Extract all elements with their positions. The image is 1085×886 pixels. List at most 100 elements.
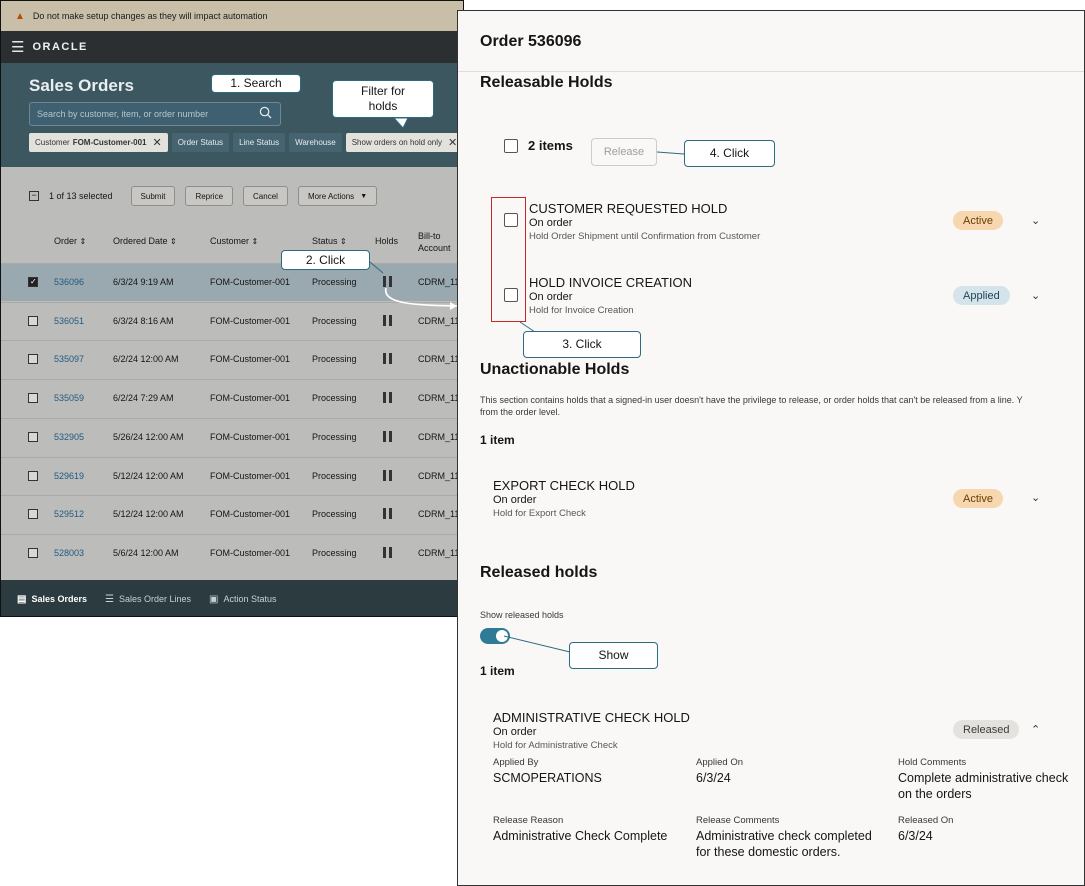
filter-chip-warehouse[interactable]: Warehouse xyxy=(289,133,342,152)
submit-button[interactable]: Submit xyxy=(130,186,176,206)
callout-click-2: 2. Click xyxy=(281,250,370,270)
order-number-link[interactable]: 528003 xyxy=(54,548,84,558)
order-status: Processing xyxy=(312,509,357,520)
ordered-date: 6/2/24 7:29 AM xyxy=(113,393,174,404)
hold-pause-icon[interactable] xyxy=(383,276,392,287)
column-header-holds[interactable]: Holds xyxy=(375,236,398,246)
hold-item-administrative-check[interactable]: ADMINISTRATIVE CHECK HOLD On order Hold … xyxy=(493,710,690,751)
top-bar: ☰ ORACLE xyxy=(1,31,463,63)
hamburger-menu-icon[interactable]: ☰ xyxy=(11,38,24,56)
hold-item-customer-requested[interactable]: CUSTOMER REQUESTED HOLD On order Hold Or… xyxy=(529,201,760,242)
order-status: Processing xyxy=(312,354,357,365)
row-checkbox[interactable] xyxy=(28,315,38,326)
hold-name: ADMINISTRATIVE CHECK HOLD xyxy=(493,710,690,725)
release-button[interactable]: Release xyxy=(591,138,657,166)
page-title: Sales Orders xyxy=(29,76,134,95)
order-status: Processing xyxy=(312,431,357,442)
order-number-link[interactable]: 535059 xyxy=(54,393,84,403)
order-status: Processing xyxy=(312,393,357,404)
chevron-down-icon[interactable]: ⌄ xyxy=(1031,289,1040,302)
column-header-customer[interactable]: Customer ⇕ xyxy=(210,236,258,246)
hold-pause-icon[interactable] xyxy=(383,392,392,404)
nav-sales-orders[interactable]: ▤ Sales Orders xyxy=(17,594,87,605)
cancel-button[interactable]: Cancel xyxy=(243,186,288,206)
close-icon[interactable]: ✕ xyxy=(448,136,457,149)
field-label: Hold Comments xyxy=(898,757,967,768)
row-checkbox[interactable] xyxy=(28,509,38,520)
hold-item-export-check[interactable]: EXPORT CHECK HOLD On order Hold for Expo… xyxy=(493,478,635,519)
more-actions-button[interactable]: More Actions ▼ xyxy=(297,186,378,206)
hold-pause-icon[interactable] xyxy=(383,469,392,481)
filter-chip-line-status[interactable]: Line Status xyxy=(233,133,286,152)
column-header-bill-to[interactable]: Bill-to Account xyxy=(418,230,451,254)
table-row[interactable]: 528003 5/6/24 12:00 AM FOM-Customer-001 Pro… xyxy=(1,533,463,572)
hold-pause-icon[interactable] xyxy=(383,353,392,365)
search-input[interactable]: Search by customer, item, or order numbe… xyxy=(29,102,281,126)
field-label: Release Comments xyxy=(696,815,780,826)
table-row[interactable]: 529619 5/12/24 12:00 AM FOM-Customer-001 Pr… xyxy=(1,456,463,495)
filter-chip-order-status[interactable]: Order Status xyxy=(171,133,230,152)
released-items-count: 1 item xyxy=(480,664,515,678)
customer-name: FOM-Customer-001 xyxy=(210,393,291,404)
row-checkbox[interactable] xyxy=(28,547,38,558)
row-checkbox[interactable] xyxy=(28,277,38,287)
customer-name: FOM-Customer-001 xyxy=(210,547,291,558)
column-header-status[interactable]: Status ⇕ xyxy=(312,236,347,246)
chip-value: FOM-Customer-001 xyxy=(72,138,147,147)
row-checkbox[interactable] xyxy=(28,470,38,481)
order-number-link[interactable]: 536051 xyxy=(54,316,84,326)
filter-chip-hold-only[interactable]: Show orders on hold only ✕ xyxy=(345,133,463,152)
callout-search: 1. Search xyxy=(211,74,301,93)
table-row[interactable]: 535059 6/2/24 7:29 AM FOM-Customer-001 Proc… xyxy=(1,379,463,417)
table-row[interactable]: 529512 5/12/24 12:00 AM FOM-Customer-001 Pr… xyxy=(1,495,463,533)
chevron-down-icon[interactable]: ⌄ xyxy=(1031,214,1040,227)
filter-chip-customer[interactable]: Customer FOM-Customer-001 ✕ xyxy=(29,133,168,152)
column-header-ordered-date[interactable]: Ordered Date ⇕ xyxy=(113,236,177,246)
order-status: Processing xyxy=(312,277,357,287)
header-label: Ordered Date xyxy=(113,236,168,246)
row-checkbox[interactable] xyxy=(28,354,38,365)
releasable-holds-heading: Releasable Holds xyxy=(480,74,613,91)
order-status: Processing xyxy=(312,547,357,558)
ordered-date: 5/6/24 12:00 AM xyxy=(113,547,179,558)
row-checkbox[interactable] xyxy=(28,393,38,404)
header-label: Bill-to xyxy=(418,231,441,241)
hold-pause-icon[interactable] xyxy=(383,430,392,442)
hold-item-invoice-creation[interactable]: HOLD INVOICE CREATION On order Hold for … xyxy=(529,275,692,316)
chevron-down-icon[interactable]: ⌄ xyxy=(1031,491,1040,504)
nav-action-status[interactable]: ▣ Action Status xyxy=(209,594,276,605)
bill-to-account: CDRM_11 xyxy=(418,393,460,404)
select-all-checkbox[interactable]: − xyxy=(29,191,39,201)
screenshot-stage: ▲ Do not make setup changes as they will… xyxy=(0,0,1085,886)
reprice-button[interactable]: Reprice xyxy=(185,186,234,206)
search-placeholder: Search by customer, item, or order numbe… xyxy=(37,109,209,119)
table-row[interactable]: 532905 5/26/24 12:00 AM FOM-Customer-001 Pr… xyxy=(1,417,463,456)
select-all-holds-checkbox[interactable] xyxy=(504,138,518,153)
hold-pause-icon[interactable] xyxy=(383,314,392,326)
order-number-link[interactable]: 536096 xyxy=(54,277,84,287)
table-row[interactable]: 536096 6/3/24 9:19 AM FOM-Customer-001 Proc… xyxy=(1,263,463,301)
field-release-comments: Release Comments Administrative check co… xyxy=(696,815,876,860)
header-label: Customer xyxy=(210,236,250,246)
order-number-link[interactable]: 529619 xyxy=(54,471,84,481)
field-value: Complete administrative check on the ord… xyxy=(898,771,1069,801)
order-number-link[interactable]: 535097 xyxy=(54,354,84,364)
table-toolbar: − 1 of 13 selected Submit Reprice Cancel… xyxy=(1,185,378,207)
show-released-toggle[interactable] xyxy=(480,628,510,644)
field-label: Released On xyxy=(898,815,954,826)
order-number-link[interactable]: 532905 xyxy=(54,432,84,442)
nav-sales-order-lines[interactable]: ☰ Sales Order Lines xyxy=(105,594,191,605)
table-row[interactable]: 535097 6/2/24 12:00 AM FOM-Customer-001 Pro… xyxy=(1,340,463,378)
status-badge: Released xyxy=(953,720,1020,739)
column-header-order[interactable]: Order ⇕ xyxy=(54,236,86,246)
search-icon[interactable] xyxy=(259,106,272,119)
row-checkbox[interactable] xyxy=(28,431,38,442)
close-icon[interactable]: ✕ xyxy=(152,136,161,149)
order-number-link[interactable]: 529512 xyxy=(54,509,84,519)
bill-to-account: CDRM_11 xyxy=(418,354,460,365)
field-value: 6/3/24 xyxy=(898,829,933,843)
chevron-up-icon[interactable]: ⌃ xyxy=(1031,723,1040,736)
hold-pause-icon[interactable] xyxy=(383,546,392,558)
table-row[interactable]: 536051 6/3/24 8:16 AM FOM-Customer-001 Proc… xyxy=(1,301,463,340)
hold-pause-icon[interactable] xyxy=(383,508,392,520)
